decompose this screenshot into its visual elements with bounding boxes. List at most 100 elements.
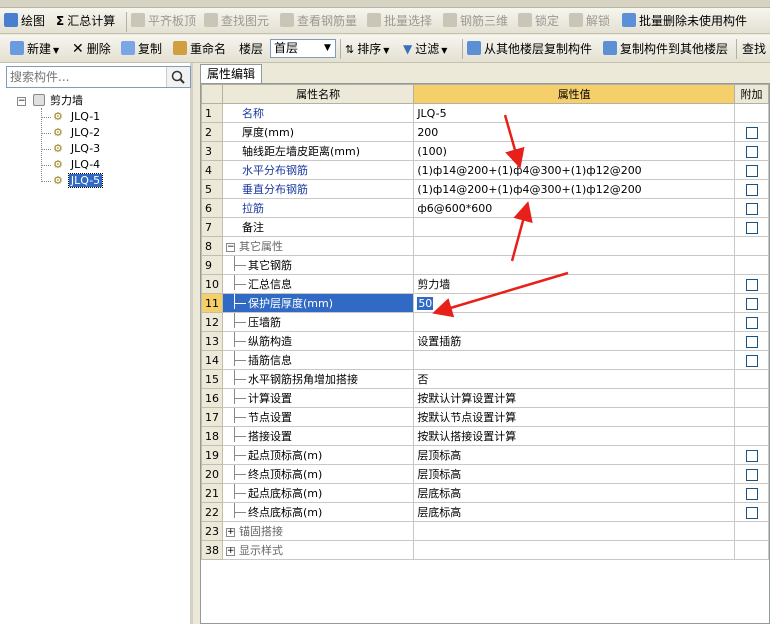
property-name-cell[interactable]: + 显示样式 bbox=[221, 540, 415, 560]
table-row[interactable]: 18 搭接设置 按默认搭接设置计算 bbox=[201, 426, 769, 446]
search-button[interactable] bbox=[166, 67, 190, 87]
table-row[interactable]: 16 计算设置 按默认计算设置计算 bbox=[201, 388, 769, 408]
attach-checkbox[interactable] bbox=[745, 126, 758, 139]
align-slab-top-button[interactable]: 平齐板顶 bbox=[131, 12, 196, 30]
property-name-cell[interactable]: 轴线距左墙皮距离(mm) bbox=[221, 141, 415, 161]
find-button[interactable]: 查找 bbox=[742, 40, 766, 58]
property-value-cell[interactable]: 按默认搭接设置计算 bbox=[413, 426, 736, 446]
tree-item-jlq-1[interactable]: ⚙ JLQ-1 bbox=[53, 109, 102, 125]
property-name-cell[interactable]: 备注 bbox=[221, 217, 415, 237]
table-row[interactable]: 7 备注 bbox=[201, 217, 769, 237]
property-value-cell[interactable]: (100) bbox=[413, 141, 736, 161]
table-row[interactable]: 3 轴线距左墙皮距离(mm) (100) bbox=[201, 141, 769, 161]
sort-button[interactable]: ⇅ 排序 ▼ bbox=[345, 40, 389, 58]
tree-collapse-toggle[interactable]: − bbox=[17, 97, 26, 106]
property-name-cell[interactable]: 其它钢筋 bbox=[221, 255, 415, 275]
property-value-cell[interactable]: ф6@600*600 bbox=[413, 198, 736, 218]
attach-checkbox[interactable] bbox=[745, 506, 758, 519]
property-value-cell[interactable]: 否 bbox=[413, 369, 736, 389]
property-value-cell[interactable]: 剪力墙 bbox=[413, 274, 736, 294]
unlock-button[interactable]: 解锁 bbox=[569, 12, 610, 30]
copy-to-floor-button[interactable]: 复制构件到其他楼层 bbox=[603, 40, 728, 58]
property-value-cell[interactable]: 层底标高 bbox=[413, 502, 736, 522]
tab-property-edit[interactable]: 属性编辑 bbox=[200, 64, 263, 84]
property-name-cell[interactable]: 汇总信息 bbox=[221, 274, 415, 294]
table-row[interactable]: 20 终点顶标高(m) 层顶标高 bbox=[201, 464, 769, 484]
attach-checkbox[interactable] bbox=[745, 145, 758, 158]
table-row[interactable]: 21 起点底标高(m) 层底标高 bbox=[201, 483, 769, 503]
table-row[interactable]: 22 终点底标高(m) 层底标高 bbox=[201, 502, 769, 522]
property-name-cell[interactable]: 保护层厚度(mm) bbox=[221, 293, 415, 313]
tree-item-jlq-5[interactable]: ⚙ JLQ-5 bbox=[53, 173, 104, 189]
copy-from-floor-button[interactable]: 从其他楼层复制构件 bbox=[467, 40, 592, 58]
table-row[interactable]: 17 节点设置 按默认节点设置计算 bbox=[201, 407, 769, 427]
view-rebar-amount-button[interactable]: 查看钢筋量 bbox=[280, 12, 357, 30]
tree-item-jlq-2[interactable]: ⚙ JLQ-2 bbox=[53, 125, 102, 141]
table-row[interactable]: 5 垂直分布钢筋 (1)ф14@200+(1)ф4@300+(1)ф12@200 bbox=[201, 179, 769, 199]
copy-button[interactable]: 复制 bbox=[121, 40, 162, 58]
table-row[interactable]: 1 名称 JLQ-5 bbox=[201, 103, 769, 123]
attach-checkbox[interactable] bbox=[745, 297, 758, 310]
property-value-cell[interactable] bbox=[413, 255, 736, 275]
batch-select-button[interactable]: 批量选择 bbox=[367, 12, 432, 30]
filter-button[interactable]: ▼ 过滤 ▼ bbox=[403, 40, 447, 58]
tree-item-jlq-3[interactable]: ⚙ JLQ-3 bbox=[53, 141, 102, 157]
property-value-cell[interactable] bbox=[413, 350, 736, 370]
property-name-cell[interactable]: 厚度(mm) bbox=[221, 122, 415, 142]
property-value-cell[interactable]: 设置插筋 bbox=[413, 331, 736, 351]
property-value-cell[interactable]: 按默认节点设置计算 bbox=[413, 407, 736, 427]
tree-root-shear-wall[interactable]: 剪力墙 bbox=[33, 93, 85, 109]
search-input[interactable] bbox=[7, 67, 165, 87]
batch-delete-unused-button[interactable]: 批量删除未使用构件 bbox=[622, 12, 747, 30]
property-name-cell[interactable]: 起点顶标高(m) bbox=[221, 445, 415, 465]
table-row[interactable]: 19 起点顶标高(m) 层顶标高 bbox=[201, 445, 769, 465]
property-value-cell[interactable]: 200 bbox=[413, 122, 736, 142]
draw-button[interactable]: 绘图 bbox=[4, 12, 45, 30]
table-row[interactable]: 8− 其它属性 bbox=[201, 236, 769, 256]
attach-checkbox[interactable] bbox=[745, 164, 758, 177]
property-name-cell[interactable]: 名称 bbox=[221, 103, 415, 123]
property-value-cell[interactable] bbox=[413, 521, 736, 541]
property-name-cell[interactable]: 插筋信息 bbox=[221, 350, 415, 370]
table-row[interactable]: 13 纵筋构造 设置插筋 bbox=[201, 331, 769, 351]
expand-icon[interactable]: + bbox=[226, 527, 235, 537]
delete-button[interactable]: ✕ 删除 bbox=[72, 40, 111, 58]
property-name-cell[interactable]: 纵筋构造 bbox=[221, 331, 415, 351]
table-row[interactable]: 2 厚度(mm) 200 bbox=[201, 122, 769, 142]
property-name-cell[interactable]: 水平分布钢筋 bbox=[221, 160, 415, 180]
property-value-cell[interactable] bbox=[413, 312, 736, 332]
property-name-cell[interactable]: 压墙筋 bbox=[221, 312, 415, 332]
property-name-cell[interactable]: 搭接设置 bbox=[221, 426, 415, 446]
property-name-cell[interactable]: 拉筋 bbox=[221, 198, 415, 218]
attach-checkbox[interactable] bbox=[745, 183, 758, 196]
property-value-cell[interactable]: (1)ф14@200+(1)ф4@300+(1)ф12@200 bbox=[413, 160, 736, 180]
property-value-cell[interactable]: 层底标高 bbox=[413, 483, 736, 503]
table-row[interactable]: 11 保护层厚度(mm) 50 bbox=[201, 293, 769, 313]
rebar-3d-button[interactable]: 钢筋三维 bbox=[443, 12, 508, 30]
attach-checkbox[interactable] bbox=[745, 468, 758, 481]
property-value-cell[interactable] bbox=[413, 540, 736, 560]
property-name-cell[interactable]: 终点底标高(m) bbox=[221, 502, 415, 522]
property-value-cell[interactable] bbox=[413, 236, 736, 256]
property-name-cell[interactable]: 水平钢筋拐角增加搭接 bbox=[221, 369, 415, 389]
rename-button[interactable]: 重命名 bbox=[173, 40, 226, 58]
summary-calc-button[interactable]: Σ 汇总计算 bbox=[56, 12, 115, 30]
property-value-cell[interactable]: 层顶标高 bbox=[413, 445, 736, 465]
attach-checkbox[interactable] bbox=[745, 354, 758, 367]
tree-item-jlq-4[interactable]: ⚙ JLQ-4 bbox=[53, 157, 102, 173]
property-value-cell[interactable]: 层顶标高 bbox=[413, 464, 736, 484]
lock-button[interactable]: 锁定 bbox=[518, 12, 559, 30]
property-name-cell[interactable]: 节点设置 bbox=[221, 407, 415, 427]
property-value-cell[interactable]: 50 bbox=[413, 293, 736, 313]
table-row[interactable]: 14 插筋信息 bbox=[201, 350, 769, 370]
table-row[interactable]: 38 + 显示样式 bbox=[201, 540, 769, 560]
collapse-icon[interactable]: − bbox=[226, 242, 235, 252]
property-name-cell[interactable]: 垂直分布钢筋 bbox=[221, 179, 415, 199]
table-row[interactable]: 23 + 锚固搭接 bbox=[201, 521, 769, 541]
attach-checkbox[interactable] bbox=[745, 316, 758, 329]
property-value-cell[interactable]: (1)ф14@200+(1)ф4@300+(1)ф12@200 bbox=[413, 179, 736, 199]
attach-checkbox[interactable] bbox=[745, 449, 758, 462]
property-name-cell[interactable]: − 其它属性 bbox=[221, 236, 415, 256]
find-element-button[interactable]: 查找图元 bbox=[204, 12, 269, 30]
attach-checkbox[interactable] bbox=[745, 487, 758, 500]
